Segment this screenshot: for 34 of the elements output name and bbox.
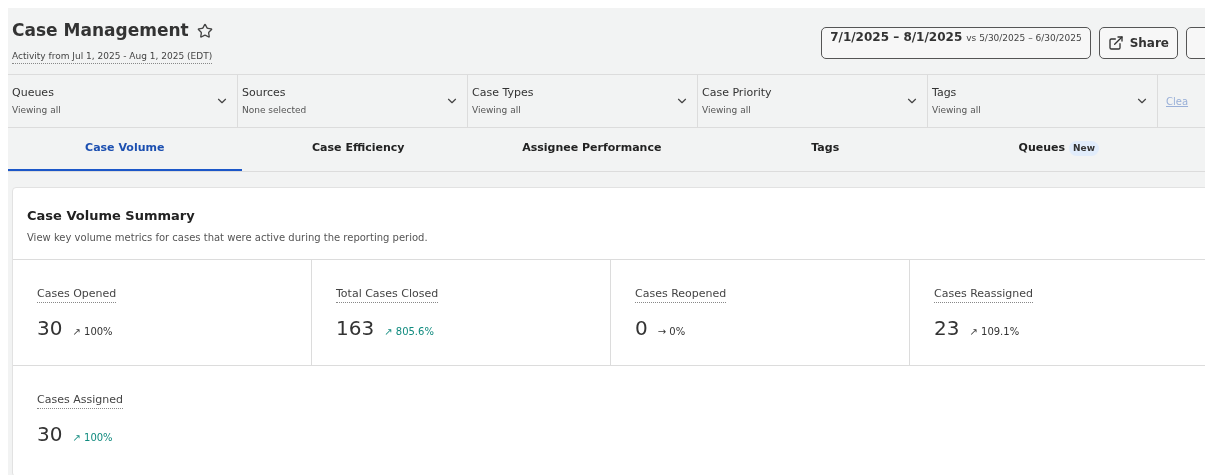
metric-label: Cases Assigned bbox=[37, 391, 123, 409]
filter-dropdown[interactable]: Queues Viewing all bbox=[8, 75, 238, 127]
tab[interactable]: Tags bbox=[708, 128, 942, 171]
metric-change: ↗ 100% bbox=[72, 325, 113, 339]
date-range-button[interactable]: 7/1/2025 – 8/1/2025 vs 5/30/2025 – 6/30/2025 bbox=[821, 27, 1091, 59]
card-description: View key volume metrics for cases that were active during the reporting period. bbox=[27, 230, 429, 245]
external-link-icon bbox=[1107, 35, 1124, 51]
metric-label: Cases Reopened bbox=[635, 285, 727, 303]
tab[interactable]: Case Volume bbox=[8, 128, 242, 171]
metric-change: ↗ 805.6% bbox=[384, 325, 434, 339]
share-button[interactable]: Share bbox=[1098, 27, 1178, 59]
metric-value: 23 bbox=[934, 315, 960, 342]
tab[interactable]: Assignee Performance bbox=[475, 128, 709, 171]
metric-value: 30 bbox=[37, 421, 63, 448]
filter-dropdown[interactable]: Tags Viewing all bbox=[928, 75, 1158, 127]
metric-value: 163 bbox=[336, 315, 375, 342]
tab[interactable]: Case Efficiency bbox=[241, 128, 475, 171]
page-title: Case Management bbox=[12, 19, 189, 42]
filter-dropdown[interactable]: Case Priority Viewing all bbox=[698, 75, 928, 127]
activity-period: Activity from Jul 1, 2025 - Aug 1, 2025 (EDT) bbox=[12, 49, 213, 64]
metric-label: Cases Opened bbox=[37, 285, 117, 303]
metric-value: 30 bbox=[37, 315, 63, 342]
metric-label: Cases Reassigned bbox=[934, 285, 1034, 303]
metric-value: 0 bbox=[635, 315, 648, 342]
card-title: Case Volume Summary bbox=[27, 207, 196, 225]
new-badge: New bbox=[1069, 140, 1099, 157]
metric-label: Total Cases Closed bbox=[336, 285, 439, 303]
metric-change: → 0% bbox=[657, 325, 686, 339]
filter-dropdown[interactable]: Case Types Viewing all bbox=[468, 75, 698, 127]
star-icon[interactable] bbox=[196, 22, 213, 39]
metric-change: ↗ 100% bbox=[72, 431, 113, 445]
metric-change: ↗ 109.1% bbox=[969, 325, 1020, 339]
filter-dropdown[interactable]: Sources None selected bbox=[238, 75, 468, 127]
tab[interactable]: Queues New bbox=[942, 128, 1176, 171]
